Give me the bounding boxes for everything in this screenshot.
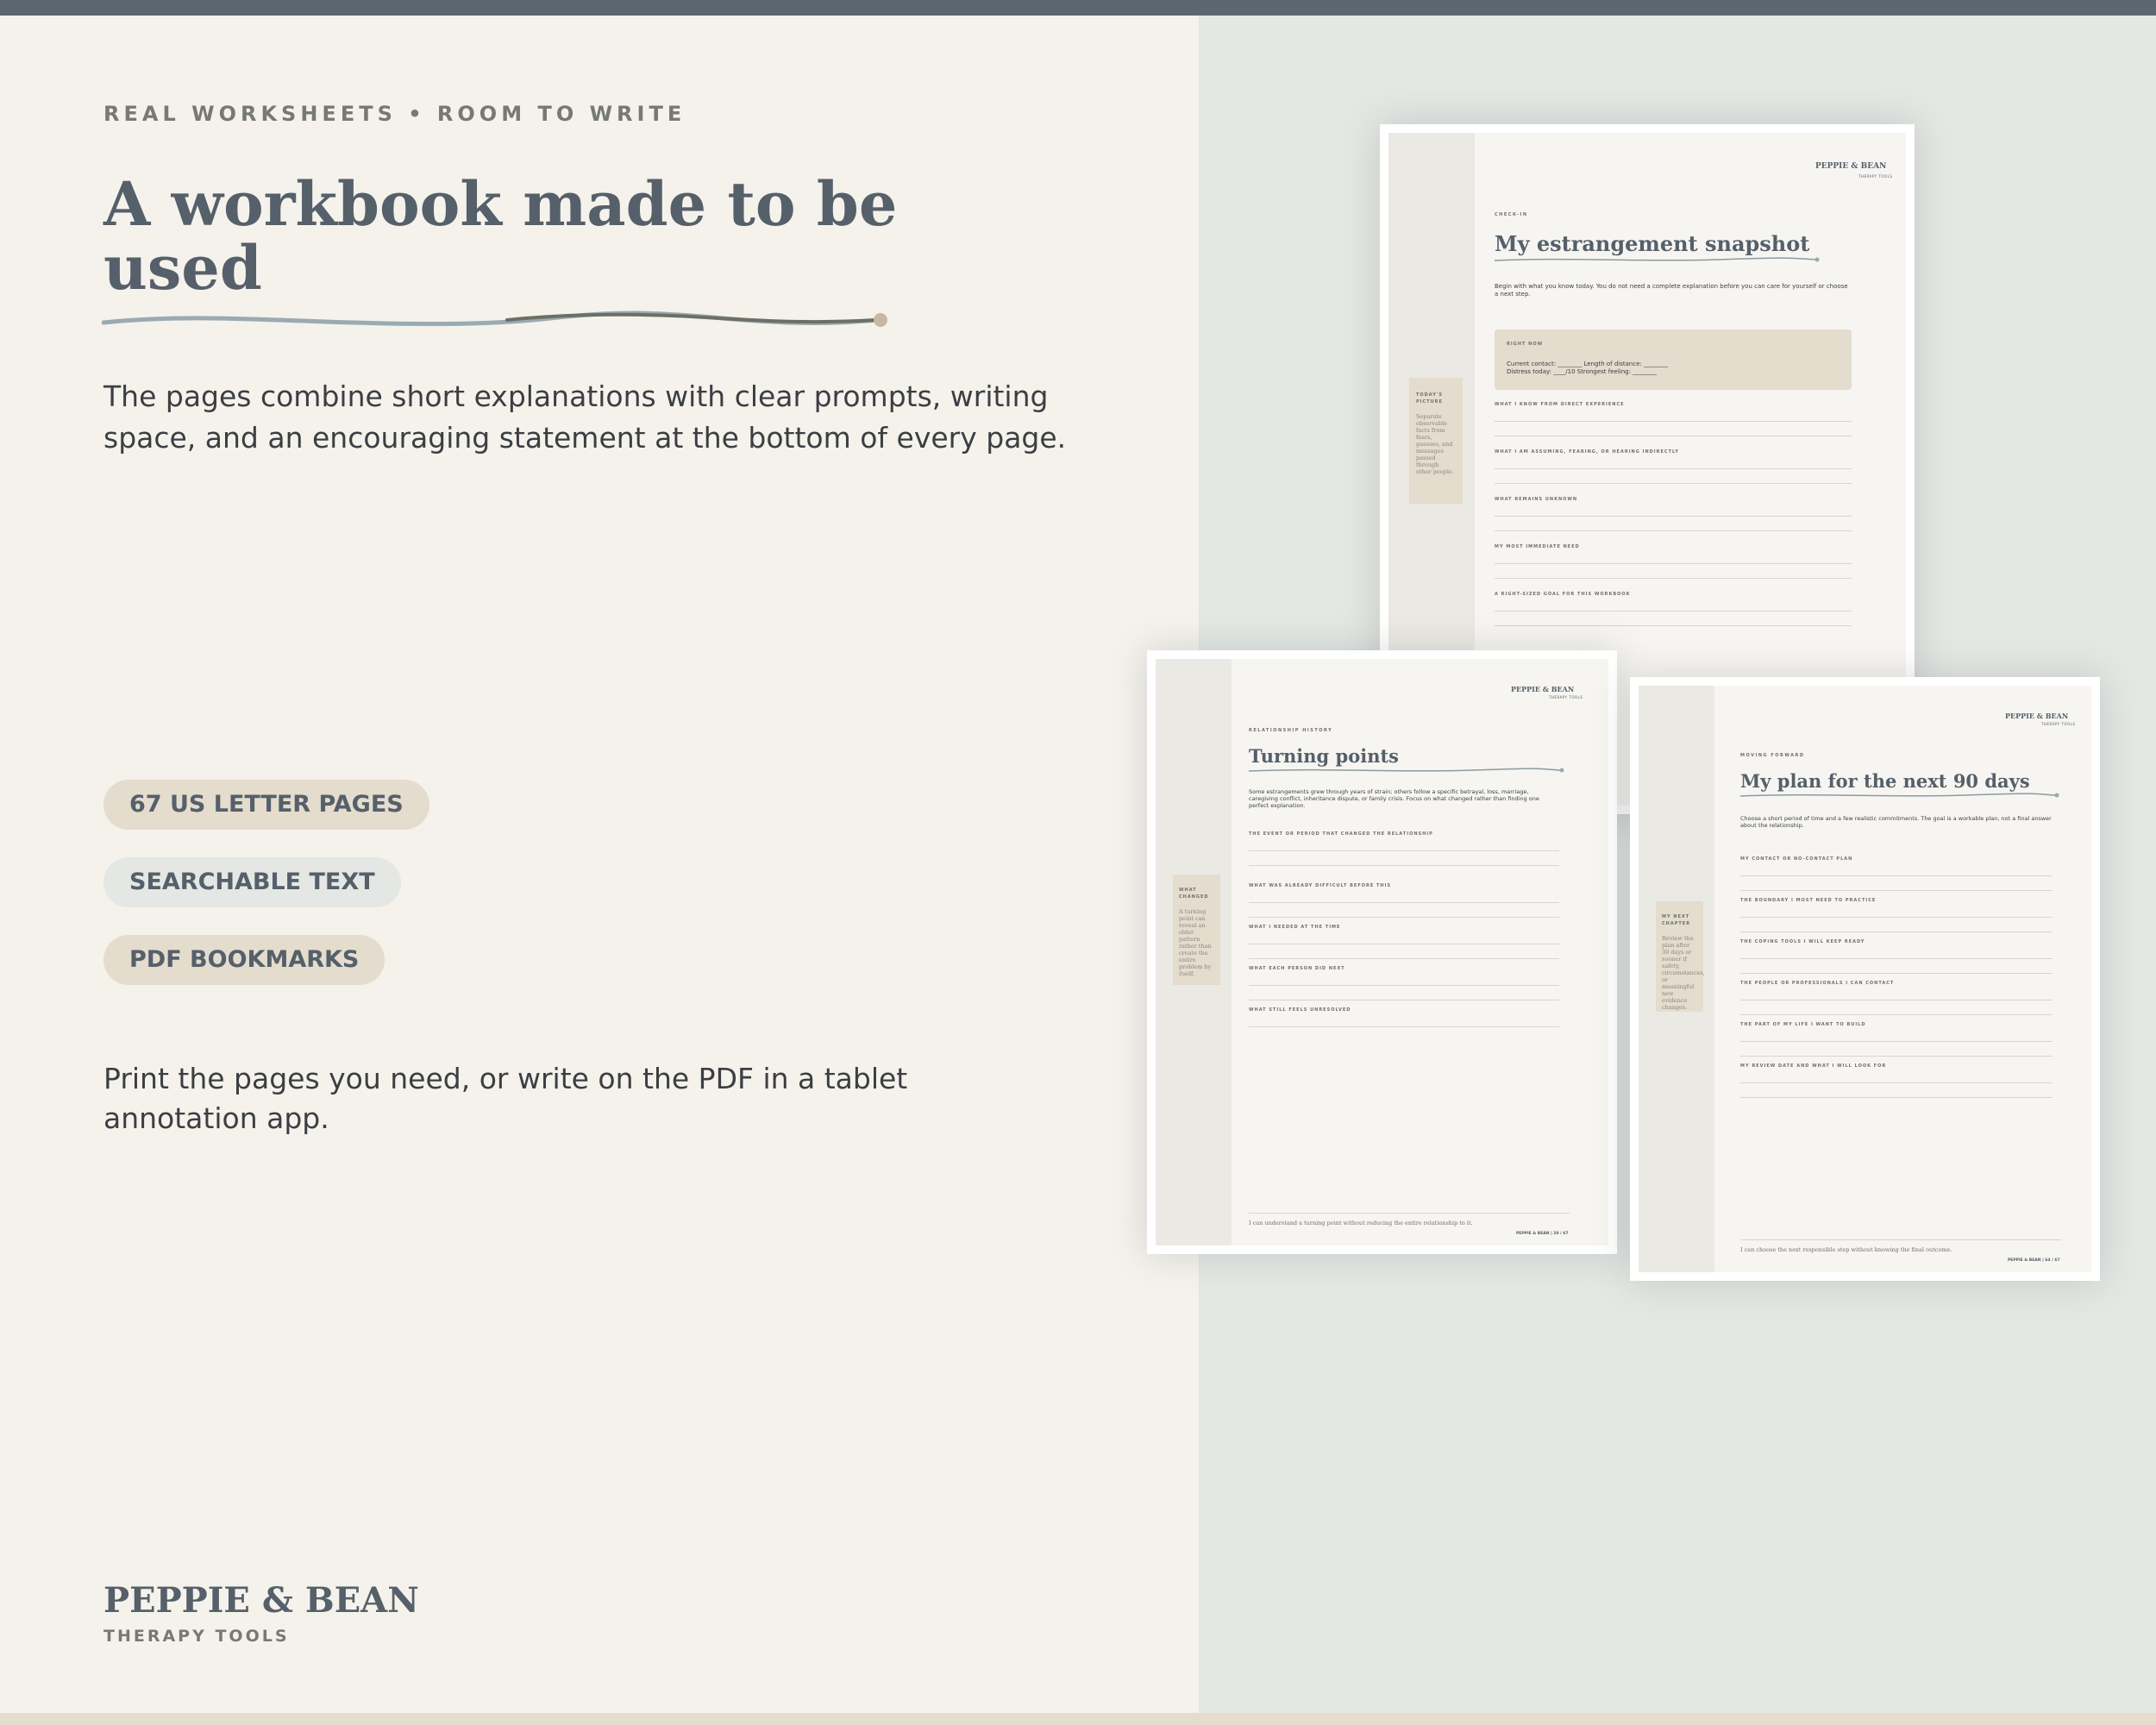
prompt-label: WHAT EACH PERSON DID NEXT xyxy=(1249,966,1345,971)
brand-logo: PEPPIE & BEAN xyxy=(103,1580,419,1621)
worksheet-title: Turning points xyxy=(1249,745,1399,767)
worksheet-prompt: MY REVIEW DATE AND WHAT I WILL LOOK FOR xyxy=(1740,1063,2053,1098)
prompt-label: THE EVENT OR PERIOD THAT CHANGED THE REL… xyxy=(1249,831,1433,837)
worksheet-prompt: WHAT I NEEDED AT THE TIME xyxy=(1249,925,1559,959)
worksheet-sheet: WHAT CHANGED A turning point can reveal … xyxy=(1156,659,1608,1245)
sidebar-note-title: TODAY'S PICTURE xyxy=(1416,392,1443,405)
sidebar-note-text: A turning point can reveal an older patt… xyxy=(1179,908,1212,977)
worksheet-page-number: PEPPIE & BEAN | 64 / 67 xyxy=(2008,1258,2060,1263)
worksheet-title: My estrangement snapshot xyxy=(1495,231,1810,256)
prompt-label: MY MOST IMMEDIATE NEED xyxy=(1495,544,1580,549)
top-accent-bar xyxy=(0,0,2156,16)
worksheet-footer-rule xyxy=(1740,1239,2061,1240)
sidebar-note-text: Separate observable facts from fears, gu… xyxy=(1416,413,1454,475)
worksheet-preview-turning-points: WHAT CHANGED A turning point can reveal … xyxy=(1147,650,1617,1254)
worksheet-prompt: THE EVENT OR PERIOD THAT CHANGED THE REL… xyxy=(1249,831,1559,866)
right-now-line-1: Current contact: ________ Length of dist… xyxy=(1507,361,1669,367)
usage-note: Print the pages you need, or write on th… xyxy=(103,1062,908,1135)
feature-pill-page-count: 67 US LETTER PAGES xyxy=(103,780,429,830)
worksheet-affirmation: I can understand a turning point without… xyxy=(1249,1220,1473,1226)
headline-underline xyxy=(102,310,887,327)
worksheet-prompt: WHAT EACH PERSON DID NEXT xyxy=(1249,966,1559,1000)
worksheet-prompt: WHAT I AM ASSUMING, FEARING, OR HEARING … xyxy=(1495,449,1852,484)
prompt-label: WHAT I AM ASSUMING, FEARING, OR HEARING … xyxy=(1495,449,1680,455)
worksheet-brand-sub: THERAPY TOOLS xyxy=(1549,695,1583,699)
worksheet-eyebrow: RELATIONSHIP HISTORY xyxy=(1249,728,1333,733)
worksheet-prompt: MY CONTACT OR NO-CONTACT PLAN xyxy=(1740,856,2053,891)
worksheet-sidebar-note: TODAY'S PICTURE Separate observable fact… xyxy=(1409,378,1463,504)
worksheet-sidebar-note: MY NEXT CHAPTER Review the plan after 30… xyxy=(1656,901,1705,1012)
worksheet-footer-rule xyxy=(1249,1213,1570,1214)
prompt-label: THE PEOPLE OR PROFESSIONALS I CAN CONTAC… xyxy=(1740,981,1895,986)
right-now-line-2: Distress today: ____/10 Strongest feelin… xyxy=(1507,368,1658,375)
prompt-label: WHAT I KNOW FROM DIRECT EXPERIENCE xyxy=(1495,402,1625,407)
worksheet-title: My plan for the next 90 days xyxy=(1740,770,2030,792)
prompt-label: THE PART OF MY LIFE I WANT TO BUILD xyxy=(1740,1022,1866,1027)
worksheet-prompt: WHAT I KNOW FROM DIRECT EXPERIENCE xyxy=(1495,402,1852,436)
sidebar-note-title: WHAT CHANGED xyxy=(1179,888,1209,900)
worksheet-title-underline xyxy=(1739,793,2059,798)
worksheet-brand: PEPPIE & BEAN xyxy=(1511,685,1575,693)
headline: A workbook made to be used xyxy=(103,172,966,300)
bottom-accent-bar xyxy=(0,1713,2156,1725)
worksheet-brand: PEPPIE & BEAN xyxy=(2005,712,2069,720)
worksheet-brand-sub: THERAPY TOOLS xyxy=(1858,174,1893,179)
prompt-label: MY CONTACT OR NO-CONTACT PLAN xyxy=(1740,856,1853,862)
worksheet-brand: PEPPIE & BEAN xyxy=(1815,162,1887,171)
worksheet-prompt: A RIGHT-SIZED GOAL FOR THIS WORKBOOK xyxy=(1495,592,1852,626)
worksheet-sidebar-note: WHAT CHANGED A turning point can reveal … xyxy=(1173,875,1220,985)
section-eyebrow: REAL WORKSHEETS • ROOM TO WRITE xyxy=(103,102,686,126)
feature-pill-searchable: SEARCHABLE TEXT xyxy=(103,857,401,907)
brand-tagline: THERAPY TOOLS xyxy=(103,1627,290,1646)
worksheet-right-now-box: RIGHT NOW Current contact: ________ Leng… xyxy=(1495,329,1852,390)
worksheet-prompt: THE COPING TOOLS I WILL KEEP READY xyxy=(1740,939,2053,974)
worksheet-eyebrow: CHECK-IN xyxy=(1495,212,1528,217)
feature-pill-bookmarks: PDF BOOKMARKS xyxy=(103,935,385,985)
headline-line-2: used xyxy=(103,232,262,304)
worksheet-affirmation: I can choose the next responsible step w… xyxy=(1740,1246,1952,1253)
prompt-label: WHAT REMAINS UNKNOWN xyxy=(1495,497,1578,502)
prompt-label: A RIGHT-SIZED GOAL FOR THIS WORKBOOK xyxy=(1495,592,1631,597)
worksheet-prompt: THE PART OF MY LIFE I WANT TO BUILD xyxy=(1740,1022,2053,1057)
worksheet-prompt: WHAT STILL FEELS UNRESOLVED xyxy=(1249,1007,1559,1027)
worksheet-eyebrow: MOVING FORWARD xyxy=(1740,753,1805,758)
prompt-label: THE COPING TOOLS I WILL KEEP READY xyxy=(1740,939,1865,944)
worksheet-intro: Choose a short period of time and a few … xyxy=(1740,815,2052,829)
worksheet-prompt: WHAT REMAINS UNKNOWN xyxy=(1495,497,1852,531)
worksheet-brand-sub: THERAPY TOOLS xyxy=(2041,722,2076,726)
sidebar-note-text: Review the plan after 30 days or sooner … xyxy=(1662,935,1705,1011)
worksheet-intro: Some estrangements grew through years of… xyxy=(1249,788,1539,809)
prompt-label: WHAT STILL FEELS UNRESOLVED xyxy=(1249,1007,1351,1013)
worksheet-sheet: MY NEXT CHAPTER Review the plan after 30… xyxy=(1639,686,2091,1272)
worksheet-prompt: MY MOST IMMEDIATE NEED xyxy=(1495,544,1852,579)
prompt-label: THE BOUNDARY I MOST NEED TO PRACTICE xyxy=(1740,898,1877,903)
prompt-label: WHAT I NEEDED AT THE TIME xyxy=(1249,925,1341,930)
worksheet-prompt: WHAT WAS ALREADY DIFFICULT BEFORE THIS xyxy=(1249,883,1559,918)
lead-paragraph: The pages combine short explanations wit… xyxy=(103,380,1067,455)
sidebar-note-title: MY NEXT CHAPTER xyxy=(1662,914,1691,926)
worksheet-prompt: THE PEOPLE OR PROFESSIONALS I CAN CONTAC… xyxy=(1740,981,2053,1015)
worksheet-title-underline xyxy=(1248,768,1564,773)
prompt-label: MY REVIEW DATE AND WHAT I WILL LOOK FOR xyxy=(1740,1063,1887,1069)
headline-line-1: A workbook made to be xyxy=(103,168,898,240)
worksheet-page-number: PEPPIE & BEAN | 20 / 67 xyxy=(1516,1232,1569,1236)
right-now-title: RIGHT NOW xyxy=(1507,342,1544,347)
worksheet-title-underline xyxy=(1494,257,1820,262)
prompt-label: WHAT WAS ALREADY DIFFICULT BEFORE THIS xyxy=(1249,883,1392,888)
worksheet-preview-90-day-plan: MY NEXT CHAPTER Review the plan after 30… xyxy=(1630,677,2100,1281)
worksheet-prompt: THE BOUNDARY I MOST NEED TO PRACTICE xyxy=(1740,898,2053,932)
worksheet-intro: Begin with what you know today. You do n… xyxy=(1495,283,1848,298)
